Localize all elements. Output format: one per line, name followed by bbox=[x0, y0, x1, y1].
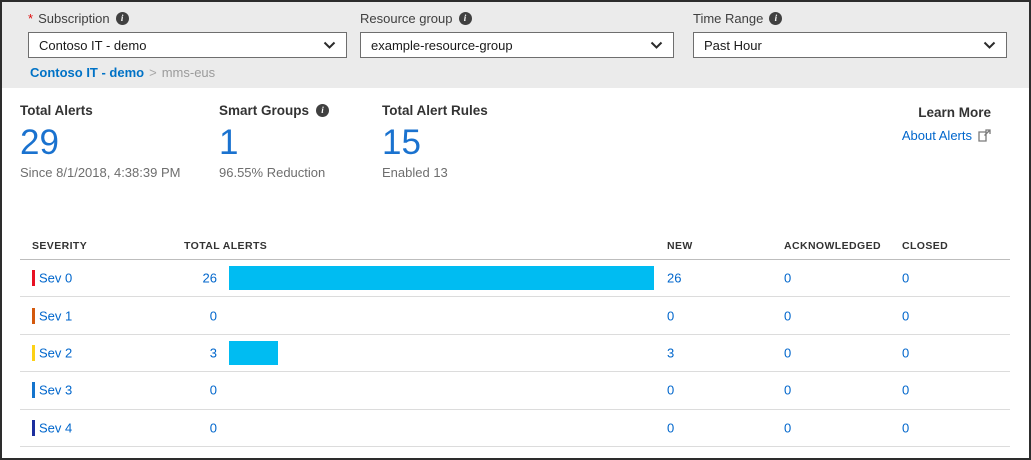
subscription-label: * Subscription i bbox=[28, 11, 347, 26]
smart-groups-count[interactable]: 1 bbox=[219, 125, 329, 162]
resource-group-select[interactable]: example-resource-group bbox=[360, 32, 674, 58]
total-alerts-value[interactable]: 0 bbox=[150, 308, 217, 323]
time-range-select[interactable]: Past Hour bbox=[693, 32, 1007, 58]
closed-value[interactable]: 0 bbox=[902, 345, 909, 360]
total-alerts-summary: Total Alerts 29 Since 8/1/2018, 4:38:39 … bbox=[20, 103, 180, 180]
column-header-severity[interactable]: SEVERITY bbox=[32, 240, 87, 252]
severity-link[interactable]: Sev 0 bbox=[39, 271, 72, 286]
required-asterisk: * bbox=[28, 11, 33, 26]
learn-more-section: Learn More About Alerts bbox=[902, 105, 991, 143]
severity-table-row: Sev 4 0 0 0 0 bbox=[20, 410, 1010, 447]
subscription-select-value: Contoso IT - demo bbox=[39, 38, 146, 53]
smart-groups-reduction: 96.55% Reduction bbox=[219, 165, 329, 180]
alert-rules-enabled: Enabled 13 bbox=[382, 165, 488, 180]
acknowledged-value[interactable]: 0 bbox=[784, 308, 791, 323]
severity-link[interactable]: Sev 1 bbox=[39, 308, 72, 323]
total-alerts-bar bbox=[229, 341, 278, 365]
learn-more-title: Learn More bbox=[902, 105, 991, 120]
total-alerts-title: Total Alerts bbox=[20, 103, 180, 118]
closed-value[interactable]: 0 bbox=[902, 308, 909, 323]
closed-value[interactable]: 0 bbox=[902, 383, 909, 398]
smart-groups-title: Smart Groups i bbox=[219, 103, 329, 118]
info-icon[interactable]: i bbox=[769, 12, 782, 25]
severity-table-row: Sev 0 26 26 0 0 bbox=[20, 260, 1010, 297]
time-range-filter: Time Range i Past Hour bbox=[693, 11, 1007, 58]
severity-marker bbox=[32, 420, 35, 436]
column-header-total-alerts[interactable]: TOTAL ALERTS bbox=[184, 240, 267, 252]
info-icon[interactable]: i bbox=[316, 104, 329, 117]
column-header-closed[interactable]: CLOSED bbox=[902, 240, 948, 252]
acknowledged-value[interactable]: 0 bbox=[784, 420, 791, 435]
severity-table-row: Sev 2 3 3 0 0 bbox=[20, 335, 1010, 372]
new-value[interactable]: 26 bbox=[667, 271, 681, 286]
resource-group-filter: Resource group i example-resource-group bbox=[360, 11, 674, 58]
alerts-dashboard: * Subscription i Contoso IT - demo Resou… bbox=[0, 0, 1031, 460]
acknowledged-value[interactable]: 0 bbox=[784, 271, 791, 286]
total-alerts-value[interactable]: 3 bbox=[150, 345, 217, 360]
alert-rules-count[interactable]: 15 bbox=[382, 125, 488, 162]
smart-groups-title-text: Smart Groups bbox=[219, 103, 309, 118]
breadcrumb-subscription-link[interactable]: Contoso IT - demo bbox=[30, 65, 144, 80]
severity-link[interactable]: Sev 4 bbox=[39, 420, 72, 435]
subscription-filter: * Subscription i Contoso IT - demo bbox=[28, 11, 347, 58]
resource-group-select-value: example-resource-group bbox=[371, 38, 513, 53]
total-alerts-value[interactable]: 0 bbox=[150, 383, 217, 398]
column-header-new[interactable]: NEW bbox=[667, 240, 693, 252]
column-header-acknowledged[interactable]: ACKNOWLEDGED bbox=[784, 240, 881, 252]
new-value[interactable]: 3 bbox=[667, 345, 674, 360]
severity-link[interactable]: Sev 2 bbox=[39, 345, 72, 360]
severity-table-rows: Sev 0262600Sev 10000Sev 23300Sev 30000Se… bbox=[20, 260, 1010, 447]
severity-marker bbox=[32, 270, 35, 286]
total-alerts-bar bbox=[229, 266, 654, 290]
severity-table-row: Sev 1 0 0 0 0 bbox=[20, 297, 1010, 334]
new-value[interactable]: 0 bbox=[667, 420, 674, 435]
acknowledged-value[interactable]: 0 bbox=[784, 383, 791, 398]
total-alerts-value[interactable]: 0 bbox=[150, 420, 217, 435]
time-range-label: Time Range i bbox=[693, 11, 1007, 26]
severity-marker bbox=[32, 345, 35, 361]
smart-groups-summary: Smart Groups i 1 96.55% Reduction bbox=[219, 103, 329, 180]
filter-band: * Subscription i Contoso IT - demo Resou… bbox=[2, 2, 1029, 88]
chevron-down-icon bbox=[983, 41, 996, 50]
breadcrumb-current: mms-eus bbox=[162, 65, 215, 80]
severity-marker bbox=[32, 382, 35, 398]
subscription-label-text: Subscription bbox=[38, 11, 110, 26]
alert-rules-title-text: Total Alert Rules bbox=[382, 103, 488, 118]
subscription-select[interactable]: Contoso IT - demo bbox=[28, 32, 347, 58]
total-alerts-since: Since 8/1/2018, 4:38:39 PM bbox=[20, 165, 180, 180]
breadcrumb: Contoso IT - demo > mms-eus bbox=[30, 65, 215, 80]
about-alerts-link[interactable]: About Alerts bbox=[902, 128, 991, 143]
severity-link[interactable]: Sev 3 bbox=[39, 383, 72, 398]
breadcrumb-separator: > bbox=[149, 65, 157, 80]
severity-marker bbox=[32, 308, 35, 324]
chevron-down-icon bbox=[650, 41, 663, 50]
acknowledged-value[interactable]: 0 bbox=[784, 345, 791, 360]
time-range-select-value: Past Hour bbox=[704, 38, 762, 53]
info-icon[interactable]: i bbox=[459, 12, 472, 25]
info-icon[interactable]: i bbox=[116, 12, 129, 25]
new-value[interactable]: 0 bbox=[667, 383, 674, 398]
chevron-down-icon bbox=[323, 41, 336, 50]
severity-table-row: Sev 3 0 0 0 0 bbox=[20, 372, 1010, 409]
external-link-icon bbox=[978, 129, 991, 142]
alert-rules-summary: Total Alert Rules 15 Enabled 13 bbox=[382, 103, 488, 180]
closed-value[interactable]: 0 bbox=[902, 420, 909, 435]
alert-rules-title: Total Alert Rules bbox=[382, 103, 488, 118]
total-alerts-count[interactable]: 29 bbox=[20, 125, 180, 162]
resource-group-label: Resource group i bbox=[360, 11, 674, 26]
about-alerts-link-text: About Alerts bbox=[902, 128, 972, 143]
new-value[interactable]: 0 bbox=[667, 308, 674, 323]
total-alerts-title-text: Total Alerts bbox=[20, 103, 93, 118]
time-range-label-text: Time Range bbox=[693, 11, 763, 26]
closed-value[interactable]: 0 bbox=[902, 271, 909, 286]
total-alerts-value[interactable]: 26 bbox=[150, 271, 217, 286]
resource-group-label-text: Resource group bbox=[360, 11, 453, 26]
